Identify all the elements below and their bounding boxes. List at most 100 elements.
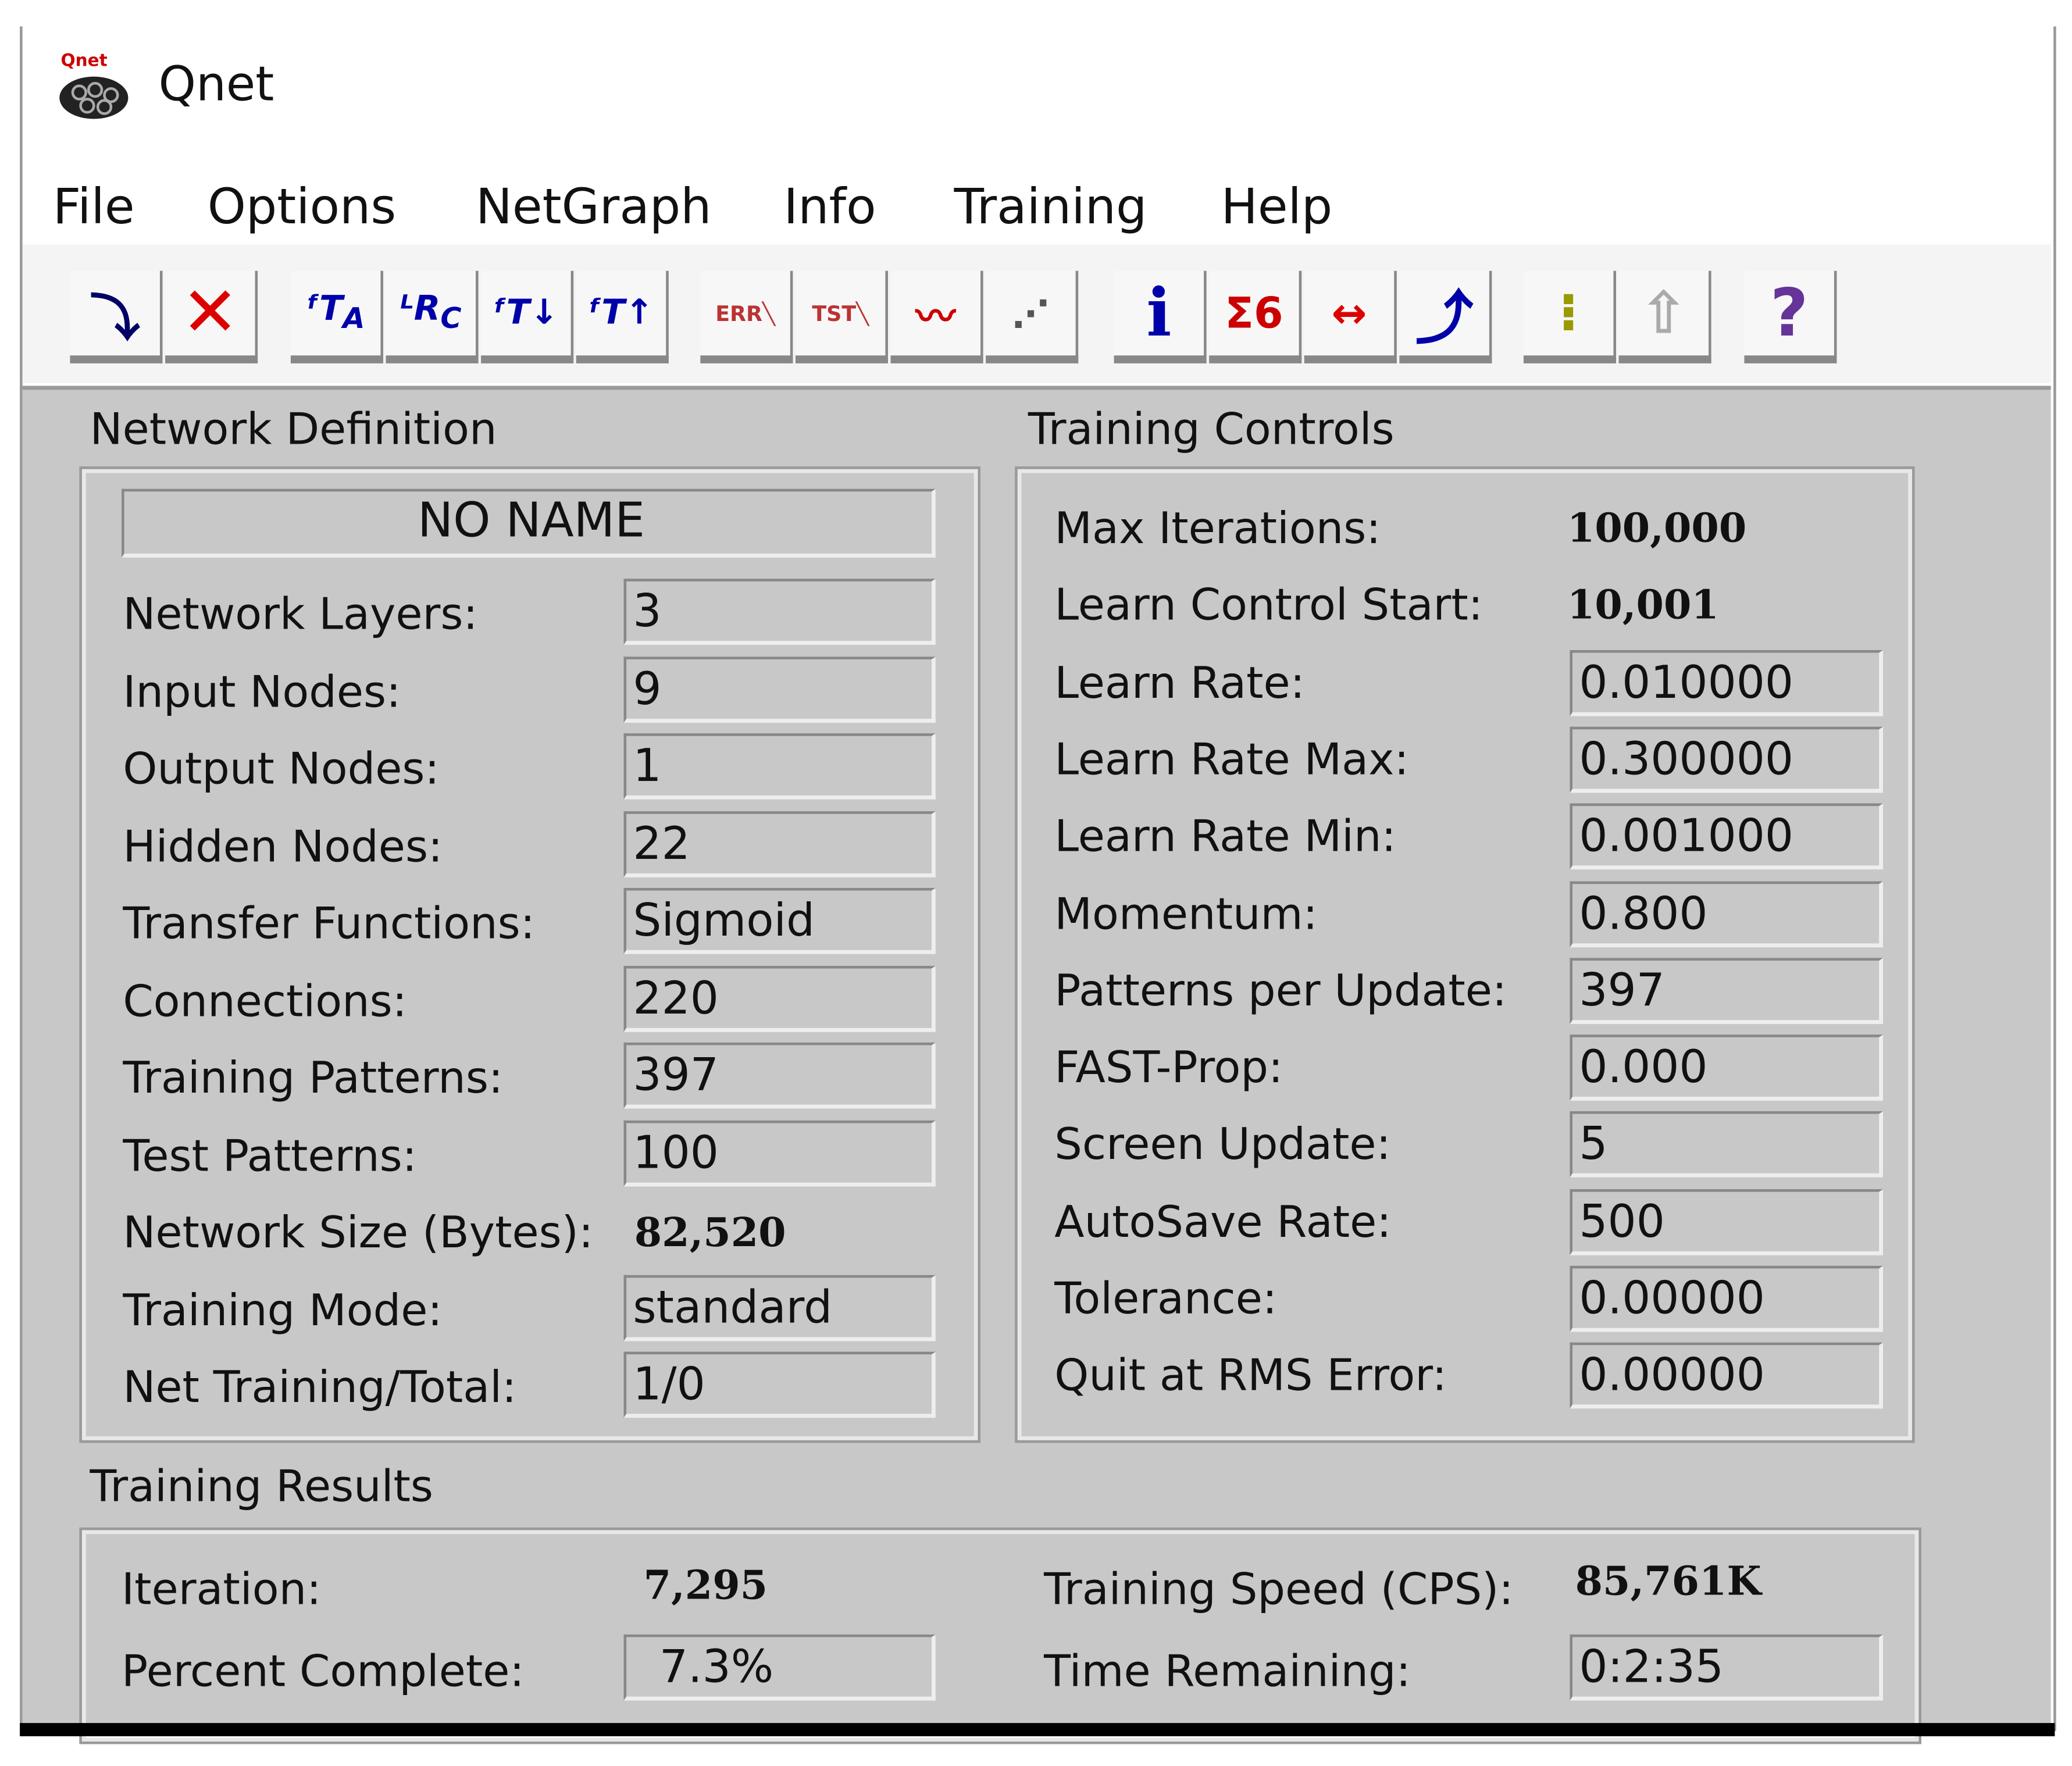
percent-complete-value: 7.3% bbox=[623, 1634, 936, 1701]
up-arrow-disabled-icon: ⇧ bbox=[1639, 279, 1688, 347]
ft-up-button[interactable]: ᶠT↑ bbox=[576, 270, 669, 363]
menu-info[interactable]: Info bbox=[783, 179, 876, 236]
err-graph-button[interactable]: ERR╲ bbox=[700, 270, 793, 363]
sigma-button[interactable]: Σ6 bbox=[1209, 270, 1302, 363]
series-graph-button[interactable]: 〰 bbox=[890, 270, 983, 363]
time-remaining-label: Time Remaining: bbox=[1044, 1645, 1411, 1697]
net-training-total-label: Net Training/Total: bbox=[123, 1361, 517, 1413]
sigma-icon: Σ6 bbox=[1225, 288, 1283, 338]
network-layers-value: 3 bbox=[623, 579, 936, 645]
momentum-value: 0.800 bbox=[1570, 880, 1884, 947]
momentum-label: Momentum: bbox=[1054, 887, 1318, 939]
iteration-label: Iteration: bbox=[122, 1563, 322, 1615]
learn-control-start-value: 10,001 bbox=[1567, 583, 1719, 630]
help-button[interactable]: ? bbox=[1744, 270, 1837, 363]
qnet-logo-icon: Qnet bbox=[55, 48, 132, 124]
ft-down-icon: ᶠT↓ bbox=[493, 293, 559, 333]
training-patterns-label: Training Patterns: bbox=[123, 1051, 504, 1104]
connections-label: Connections: bbox=[123, 974, 407, 1026]
ft-down-button[interactable]: ᶠT↓ bbox=[481, 270, 574, 363]
network-name-field: NO NAME bbox=[122, 488, 936, 558]
menu-help[interactable]: Help bbox=[1221, 179, 1333, 236]
learn-rate-max-value: 0.300000 bbox=[1570, 726, 1884, 793]
output-nodes-label: Output Nodes: bbox=[123, 743, 440, 794]
tst-graph-button[interactable]: TST╲ bbox=[795, 270, 888, 363]
delete-icon: ✕ bbox=[181, 273, 239, 353]
training-patterns-value: 397 bbox=[623, 1042, 936, 1109]
quit-at-rms-error-value: 0.00000 bbox=[1570, 1343, 1884, 1409]
learn-rate-label: Learn Rate: bbox=[1054, 656, 1305, 708]
ft-a-button[interactable]: ᶠTA bbox=[290, 270, 383, 363]
series-graph-icon: 〰 bbox=[915, 294, 955, 341]
net-training-total-value: 1/0 bbox=[623, 1351, 936, 1418]
max-iterations-label: Max Iterations: bbox=[1054, 502, 1381, 554]
import-button[interactable]: ⤵ bbox=[70, 270, 163, 363]
bottom-border bbox=[20, 1723, 2055, 1736]
learn-rate-max-label: Learn Rate Max: bbox=[1054, 733, 1409, 785]
input-nodes-label: Input Nodes: bbox=[123, 665, 401, 717]
test-patterns-label: Test Patterns: bbox=[123, 1129, 417, 1181]
resize-arrows-icon: ↔ bbox=[1331, 288, 1367, 338]
max-iterations-value: 100,000 bbox=[1567, 506, 1747, 552]
resize-arrows-button[interactable]: ↔ bbox=[1304, 270, 1397, 363]
learn-rate-min-label: Learn Rate Min: bbox=[1054, 810, 1396, 862]
help-icon: ? bbox=[1770, 274, 1809, 352]
tolerance-label: Tolerance: bbox=[1054, 1272, 1278, 1324]
autosave-rate-label: AutoSave Rate: bbox=[1054, 1195, 1392, 1247]
output-nodes-value: 1 bbox=[623, 733, 936, 800]
connections-value: 220 bbox=[623, 965, 936, 1032]
svg-text:Qnet: Qnet bbox=[61, 51, 108, 70]
window-title: Qnet bbox=[158, 58, 274, 113]
fast-prop-label: FAST-Prop: bbox=[1054, 1041, 1283, 1093]
up-arrow-button[interactable]: ⇧ bbox=[1618, 270, 1711, 363]
network-layers-label: Network Layers: bbox=[123, 588, 478, 640]
training-results-header: Training Results bbox=[90, 1460, 433, 1512]
training-speed-value: 85,761K bbox=[1575, 1559, 1761, 1606]
ft-a-icon: ᶠTA bbox=[306, 290, 365, 337]
network-size-bytes-label: Network Size (Bytes): bbox=[123, 1206, 594, 1258]
traffic-light-button[interactable]: ⁝ bbox=[1523, 270, 1617, 363]
tolerance-value: 0.00000 bbox=[1570, 1265, 1884, 1332]
info-button[interactable]: ℹ bbox=[1114, 270, 1207, 363]
transfer-functions-value: Sigmoid bbox=[623, 887, 936, 954]
network-definition-header: Network Definition bbox=[90, 403, 497, 455]
iteration-value: 7,295 bbox=[643, 1563, 768, 1610]
quit-at-rms-error-label: Quit at RMS Error: bbox=[1054, 1349, 1447, 1401]
training-mode-label: Training Mode: bbox=[123, 1283, 443, 1336]
hidden-nodes-value: 22 bbox=[623, 811, 936, 877]
import-icon: ⤵ bbox=[90, 288, 140, 347]
test-patterns-value: 100 bbox=[623, 1119, 936, 1186]
err-graph-icon: ERR╲ bbox=[715, 300, 775, 326]
lr-c-button[interactable]: ᴸRC bbox=[386, 270, 479, 363]
training-controls-header: Training Controls bbox=[1028, 403, 1395, 455]
tst-graph-icon: TST╲ bbox=[812, 300, 869, 326]
learn-rate-value: 0.010000 bbox=[1570, 650, 1884, 716]
scatter-graph-button[interactable]: ⋰ bbox=[986, 270, 1079, 363]
patterns-per-update-label: Patterns per Update: bbox=[1054, 964, 1507, 1016]
menu-netgraph[interactable]: NetGraph bbox=[476, 179, 711, 236]
traffic-light-icon: ⁝ bbox=[1558, 283, 1579, 344]
time-remaining-value: 0:2:35 bbox=[1570, 1634, 1884, 1701]
screen-update-value: 5 bbox=[1570, 1111, 1884, 1178]
return-arrow-button[interactable]: ⤴ bbox=[1399, 270, 1492, 363]
toolbar: ⤵ ✕ ᶠTA ᴸRC ᶠT↓ ᶠT↑ ERR╲ TST╲ 〰 ⋰ ℹ Σ6 ↔… bbox=[22, 244, 2051, 383]
learn-rate-min-value: 0.001000 bbox=[1570, 803, 1884, 870]
delete-button[interactable]: ✕ bbox=[165, 270, 258, 363]
hidden-nodes-label: Hidden Nodes: bbox=[123, 819, 443, 872]
network-size-bytes-value: 82,520 bbox=[634, 1210, 786, 1257]
patterns-per-update-value: 397 bbox=[1570, 957, 1884, 1024]
training-speed-label: Training Speed (CPS): bbox=[1044, 1563, 1514, 1615]
fast-prop-value: 0.000 bbox=[1570, 1034, 1884, 1101]
learn-control-start-label: Learn Control Start: bbox=[1054, 579, 1483, 631]
menu-file[interactable]: File bbox=[53, 179, 135, 236]
menu-options[interactable]: Options bbox=[208, 179, 396, 236]
lr-c-icon: ᴸRC bbox=[400, 290, 462, 337]
screen-update-label: Screen Update: bbox=[1054, 1118, 1391, 1170]
autosave-rate-value: 500 bbox=[1570, 1189, 1884, 1255]
input-nodes-value: 9 bbox=[623, 656, 936, 722]
menu-training[interactable]: Training bbox=[954, 179, 1147, 236]
ft-up-icon: ᶠT↑ bbox=[588, 293, 654, 333]
transfer-functions-label: Transfer Functions: bbox=[123, 897, 535, 949]
info-icon: ℹ bbox=[1146, 274, 1172, 352]
scatter-graph-icon: ⋰ bbox=[1012, 291, 1050, 336]
